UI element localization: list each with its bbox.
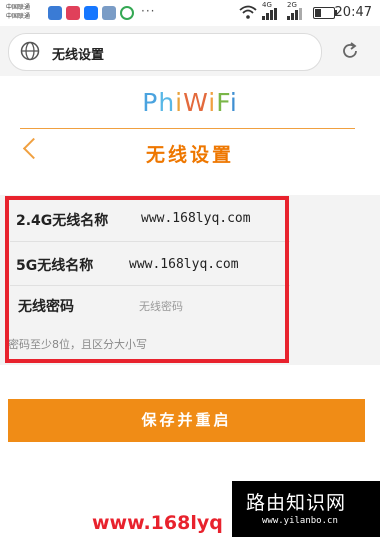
pink-app-icon — [66, 6, 80, 20]
watermark-site-title: 路由知识网 — [246, 492, 347, 514]
carrier-label: 中国联通 — [6, 4, 31, 11]
watermark-red-url: www.168lyq — [92, 512, 223, 534]
gallery-icon — [102, 6, 116, 20]
signal-icon — [262, 8, 278, 20]
brand-logo: PhiWiFi — [0, 88, 380, 117]
alipay-icon — [84, 6, 98, 20]
clock: 20:47 — [334, 5, 372, 20]
logo-letter: h — [158, 88, 176, 117]
url-text[interactable]: 无线设置 — [52, 44, 104, 63]
battery-icon — [313, 7, 337, 19]
wifi-icon — [239, 5, 257, 19]
status-bar: 中国联通 中国联通 ··· 4G 2G 20:47 — [0, 0, 380, 26]
highlight-annotation-box — [5, 196, 289, 363]
logo-letter: F — [216, 88, 230, 117]
browser-address-bar: 无线设置 — [0, 26, 380, 76]
logo-letter: i — [175, 88, 184, 117]
blue-app-icon — [48, 6, 62, 20]
page-title: 无线设置 — [145, 144, 234, 166]
chrome-icon — [120, 6, 134, 20]
save-and-restart-button[interactable]: 保存并重启 — [8, 399, 365, 442]
signal-icon — [287, 8, 303, 20]
watermark-site-url: www.yilanbo.cn — [262, 516, 338, 526]
logo-letter: P — [142, 88, 159, 117]
header-divider — [20, 128, 355, 129]
logo-letter: i — [229, 88, 238, 117]
globe-icon — [20, 41, 40, 61]
more-notifications: ··· — [141, 4, 156, 18]
reload-icon[interactable] — [340, 41, 360, 61]
carrier-label: 中国联通 — [6, 13, 31, 20]
logo-text: PhiWiFi — [142, 88, 238, 117]
logo-letter: W — [183, 88, 209, 117]
